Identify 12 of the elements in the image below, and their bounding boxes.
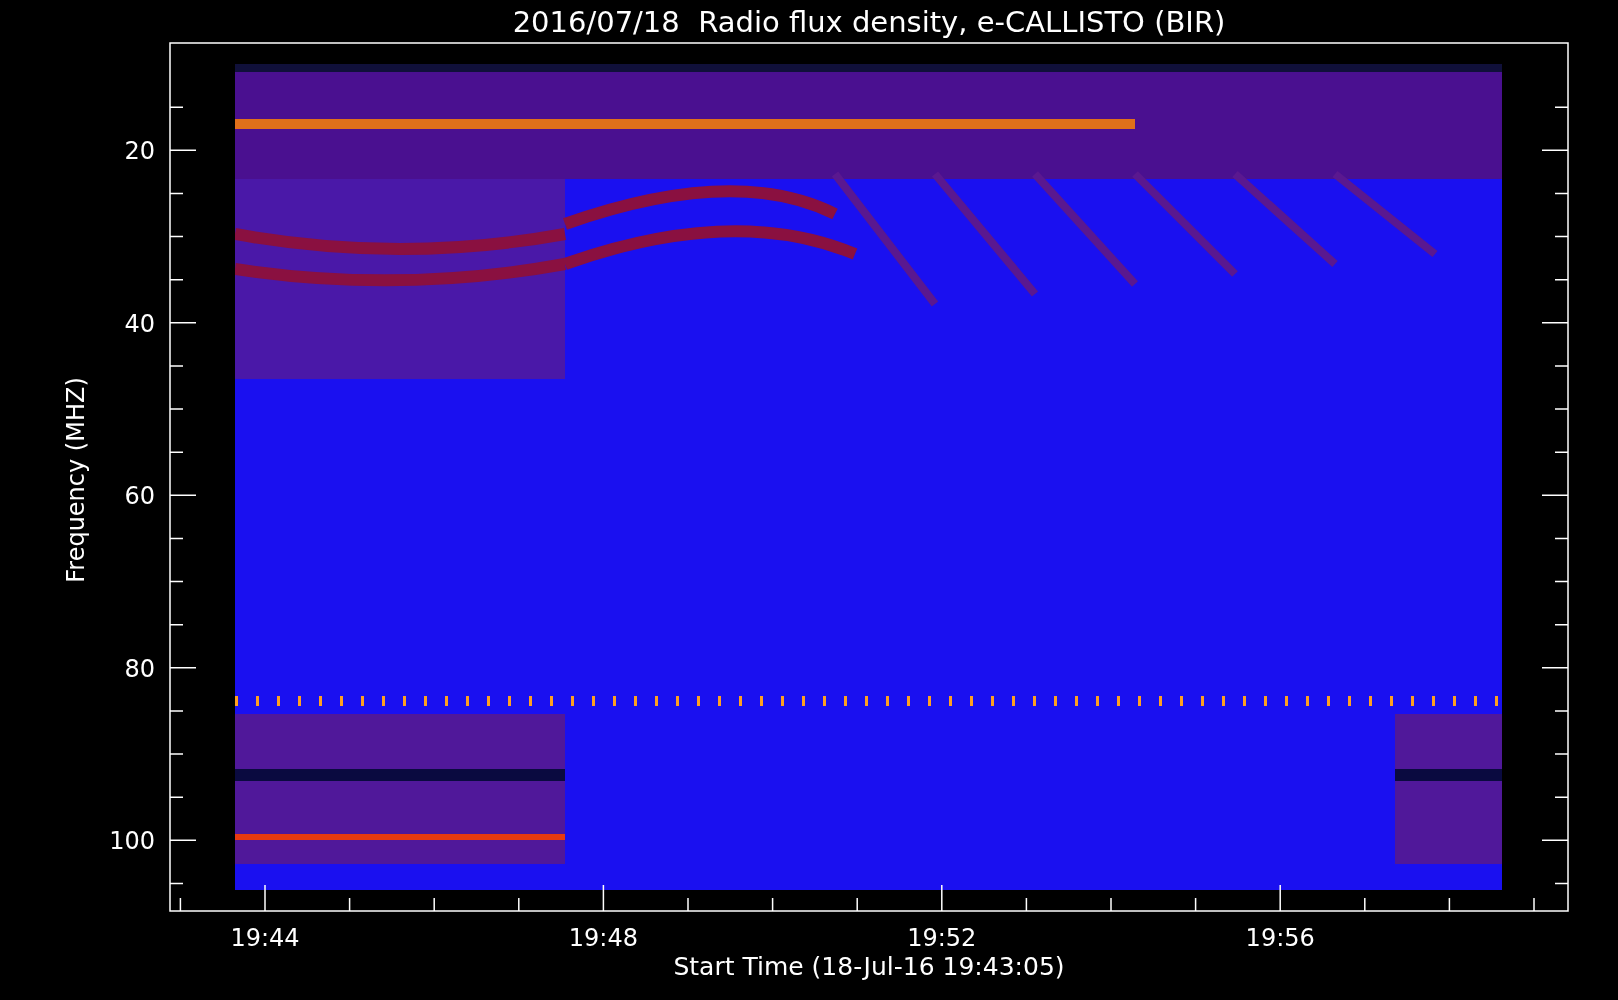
y-tick-label: 40 [124, 309, 155, 338]
x-tick-label: 19:56 [1245, 924, 1315, 952]
y-axis-label: Frequency (MHZ) [62, 377, 90, 583]
x-tick-label: 19:52 [907, 924, 977, 952]
x-tick-label: 19:48 [568, 924, 638, 952]
y-tick-label: 20 [124, 137, 155, 166]
y-tick-label: 60 [124, 482, 155, 511]
y-tick-label: 100 [109, 827, 155, 856]
x-axis-label: Start Time (18-Jul-16 19:43:05) [673, 952, 1065, 981]
y-tick-label: 80 [124, 654, 155, 683]
x-tick-label: 19:44 [230, 924, 300, 952]
chart-title: 2016/07/18 Radio flux density, e-CALLISTO (BIR) [512, 5, 1226, 39]
